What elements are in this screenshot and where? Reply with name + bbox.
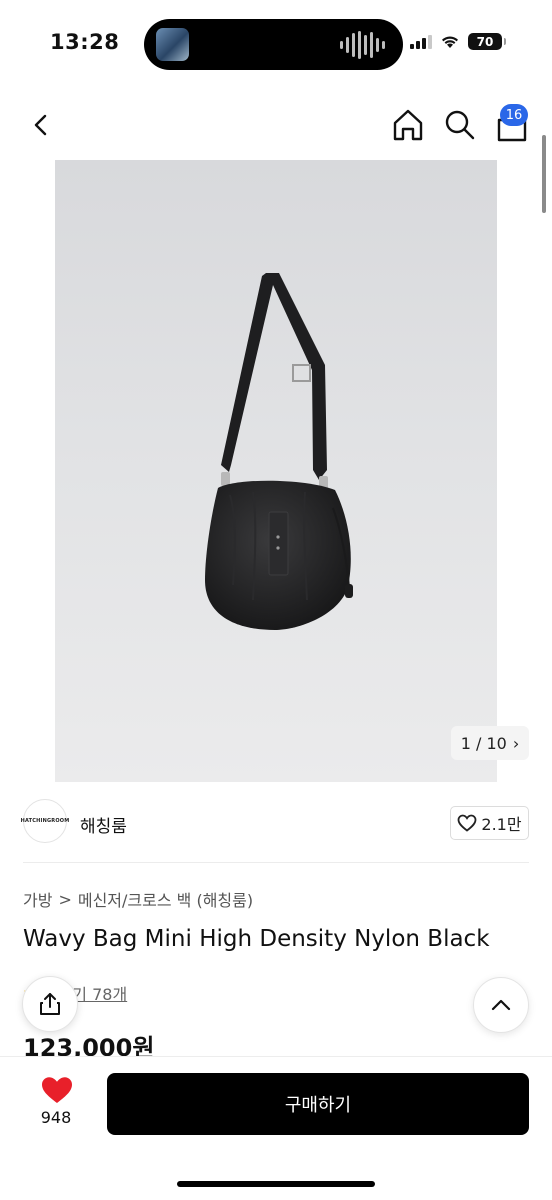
breadcrumb-separator: >: [58, 889, 72, 909]
back-arrow-icon[interactable]: [20, 102, 60, 146]
section-divider: [23, 862, 529, 863]
chevron-up-icon: [491, 999, 511, 1011]
dynamic-island: [144, 19, 403, 70]
status-bar: 13:28 70: [0, 0, 552, 88]
brand-name[interactable]: 해칭룸: [80, 812, 127, 837]
wishlist-heart-icon[interactable]: [40, 1075, 74, 1105]
wishlist-count: 948: [40, 1108, 72, 1127]
brand-like-count: 2.1만: [481, 815, 522, 834]
wifi-icon: [442, 36, 458, 48]
buy-button[interactable]: 구매하기: [107, 1073, 529, 1135]
image-counter-label: 1 / 10: [460, 733, 507, 753]
product-image[interactable]: [55, 160, 497, 782]
home-icon[interactable]: [388, 102, 428, 146]
scroll-to-top-button[interactable]: [473, 977, 529, 1033]
status-icons: 70: [410, 33, 506, 50]
scroll-indicator[interactable]: [542, 135, 546, 213]
breadcrumb-subcategory[interactable]: 메신저/크로스 백 (해칭룸): [78, 887, 253, 911]
audio-waveform-icon: [340, 31, 385, 59]
chevron-right-icon: ›: [512, 733, 520, 753]
product-title: Wavy Bag Mini High Density Nylon Black: [23, 926, 490, 952]
heart-outline-icon: [458, 814, 477, 832]
cellular-signal-icon: [410, 34, 432, 49]
cart-count-badge: 16: [500, 104, 528, 126]
share-icon: [40, 993, 60, 1015]
now-playing-thumbnail: [156, 28, 189, 61]
brand-row[interactable]: HATCHINGROOM 해칭룸 2.1만: [0, 782, 552, 864]
brand-logo[interactable]: HATCHINGROOM: [21, 799, 69, 843]
status-time: 13:28: [50, 30, 120, 54]
top-nav: [0, 96, 552, 152]
search-icon[interactable]: [440, 102, 480, 146]
battery-indicator: 70: [468, 33, 506, 50]
bag-illustration: [205, 273, 353, 630]
home-indicator[interactable]: [177, 1181, 375, 1187]
breadcrumb: 가방 > 메신저/크로스 백 (해칭룸): [23, 887, 253, 911]
share-button[interactable]: [22, 976, 78, 1032]
breadcrumb-category[interactable]: 가방: [23, 887, 52, 911]
image-counter[interactable]: 1 / 10 ›: [451, 726, 529, 760]
brand-like-button[interactable]: 2.1만: [450, 806, 529, 840]
